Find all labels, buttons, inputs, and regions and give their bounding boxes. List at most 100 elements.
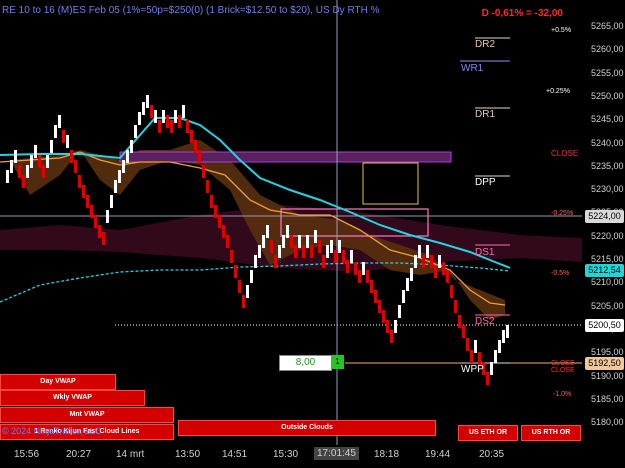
up-brick <box>286 225 289 238</box>
up-brick <box>50 140 53 153</box>
up-brick <box>394 320 397 333</box>
down-brick <box>370 280 373 293</box>
down-brick <box>346 260 349 273</box>
down-brick <box>210 195 213 208</box>
up-brick <box>498 340 501 353</box>
up-brick <box>438 255 441 268</box>
price-tag-ma: 5212,54 <box>585 264 624 277</box>
price-tick: 5265,00 <box>591 21 624 31</box>
down-brick <box>358 270 361 283</box>
down-brick <box>94 215 97 228</box>
down-brick <box>234 265 237 278</box>
time-tick: 15:30 <box>273 449 299 460</box>
up-brick <box>58 115 61 128</box>
up-brick <box>402 290 405 303</box>
down-brick <box>22 175 25 188</box>
up-brick <box>26 165 29 178</box>
up-brick <box>246 285 249 298</box>
outside-clouds-button[interactable]: Outside Clouds <box>178 420 436 436</box>
down-brick <box>382 310 385 323</box>
us-eth-or-button[interactable]: US ETH OR <box>458 425 518 441</box>
pct-label: CLOSE <box>551 360 575 367</box>
down-brick <box>158 120 161 133</box>
pivot-dpp: DPP <box>475 177 496 188</box>
pivot-wpp: WPP <box>461 364 484 375</box>
monthly-vwap-button[interactable]: Mnt VWAP <box>0 407 174 423</box>
down-brick <box>390 330 393 343</box>
up-brick <box>114 180 117 193</box>
copyright-text: © 2024 NinjaTrader, LLC <box>2 426 102 436</box>
down-brick <box>310 245 313 258</box>
up-brick <box>506 325 509 338</box>
up-brick <box>254 255 257 268</box>
order-quantity-button[interactable]: 1 <box>331 355 344 369</box>
time-tick: 20:35 <box>479 449 505 460</box>
up-brick <box>298 235 301 248</box>
down-brick <box>374 290 377 303</box>
price-tick: 5250,00 <box>591 90 624 101</box>
pivot-ds2: DS2 <box>475 316 495 327</box>
down-brick <box>178 115 181 128</box>
up-brick <box>10 160 13 173</box>
down-brick <box>98 225 101 238</box>
down-brick <box>430 255 433 268</box>
down-brick <box>214 205 217 218</box>
down-brick <box>194 140 197 153</box>
price-tick: 5245,00 <box>591 114 624 125</box>
order-quantity-field[interactable]: 8,00 <box>279 355 332 371</box>
down-brick <box>242 295 245 308</box>
up-brick <box>34 145 37 158</box>
time-tick: 13:50 <box>175 449 201 460</box>
weekly-vwap-button[interactable]: Wkly VWAP <box>0 390 145 406</box>
up-brick <box>174 110 177 123</box>
down-brick <box>450 285 453 298</box>
price-tick: 5230,00 <box>591 184 624 195</box>
crosshair-time: 17:01:45 <box>314 447 359 460</box>
up-brick <box>46 155 49 168</box>
down-brick <box>166 115 169 128</box>
up-brick <box>338 240 341 253</box>
up-brick <box>258 245 261 258</box>
down-brick <box>150 105 153 118</box>
time-tick: 19:44 <box>425 449 451 460</box>
price-tick: 5260,00 <box>591 44 624 55</box>
up-brick <box>326 245 329 258</box>
pivot-dr2: DR2 <box>475 39 496 50</box>
chart-window[interactable]: RE 10 to 16 (M)ES Feb 05 (1%=50p=$250(0)… <box>0 0 625 468</box>
up-brick <box>30 155 33 168</box>
day-vwap-button[interactable]: Day VWAP <box>0 374 116 390</box>
down-brick <box>334 250 337 263</box>
up-brick <box>306 235 309 248</box>
price-tag-close: 5192,50 <box>585 357 624 370</box>
up-brick <box>474 340 477 353</box>
down-brick <box>78 175 81 188</box>
price-tag-dotted: 5200,50 <box>585 319 624 332</box>
pct-label: +0.25% <box>546 88 570 95</box>
down-brick <box>366 270 369 283</box>
up-brick <box>262 235 265 248</box>
yellow-box <box>362 162 419 205</box>
up-brick <box>406 278 409 291</box>
up-brick <box>490 362 493 375</box>
up-brick <box>130 140 133 153</box>
down-brick <box>170 120 173 133</box>
down-brick <box>202 165 205 178</box>
up-brick <box>134 125 137 138</box>
pivot-wr1: WR1 <box>461 63 484 74</box>
up-brick <box>330 240 333 253</box>
price-tick: 5255,00 <box>591 67 624 78</box>
down-brick <box>86 195 89 208</box>
time-tick: 15:56 <box>14 449 40 460</box>
price-tick: 5220,00 <box>591 230 624 241</box>
down-brick <box>206 180 209 193</box>
down-brick <box>218 215 221 228</box>
up-brick <box>118 170 121 183</box>
down-brick <box>322 255 325 268</box>
down-brick <box>290 235 293 248</box>
down-brick <box>90 205 93 218</box>
us-rth-or-button[interactable]: US RTH OR <box>521 425 581 441</box>
price-tag-last: 5224,00 <box>585 210 624 223</box>
up-brick <box>162 110 165 123</box>
up-brick <box>54 125 57 138</box>
down-brick <box>378 300 381 313</box>
